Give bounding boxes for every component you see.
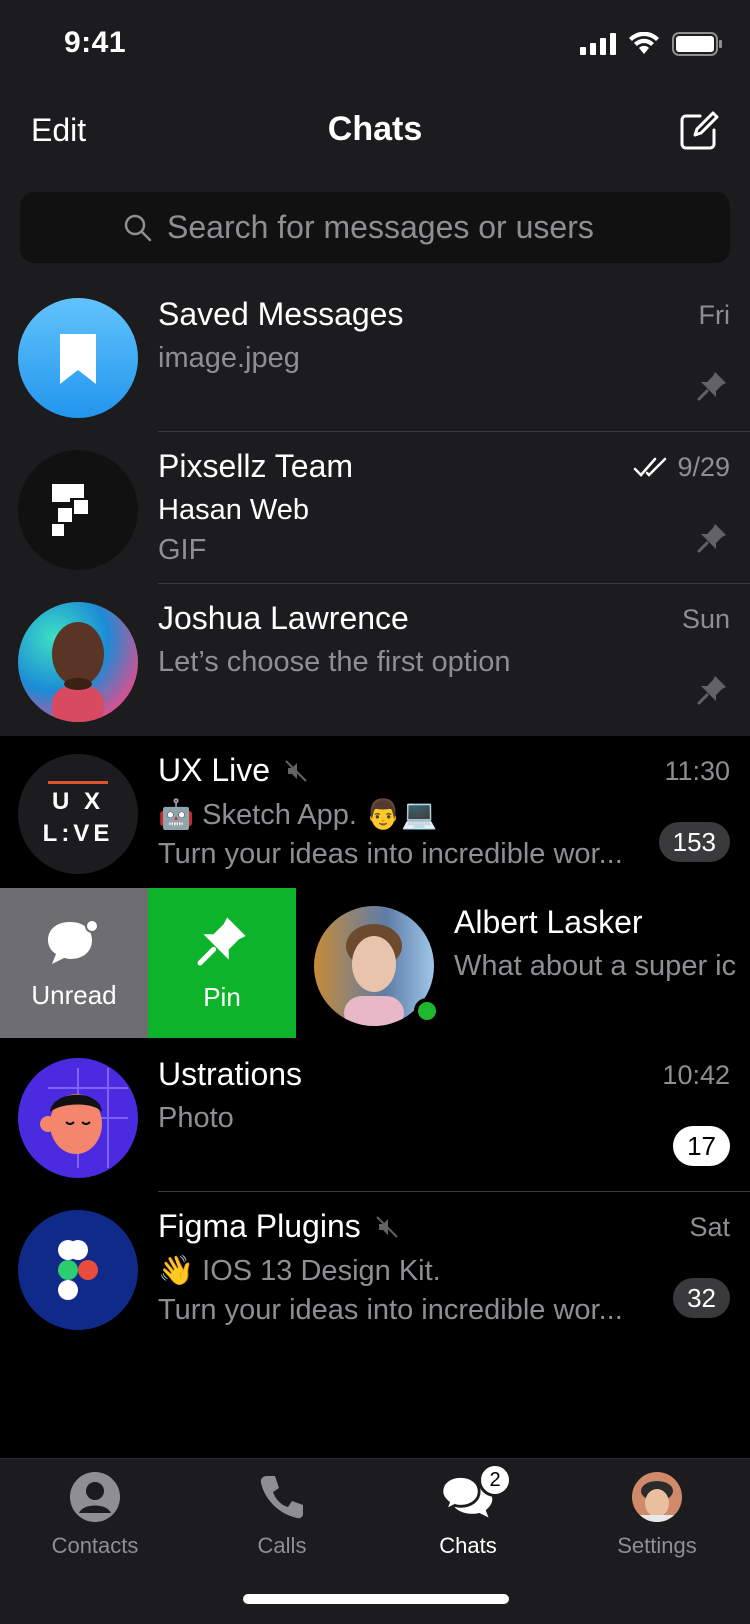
ux-live-logo-top: U X — [51, 787, 104, 815]
signal-icon — [580, 33, 616, 55]
ux-live-logo-bottom: L:VE — [42, 819, 114, 847]
chat-name-wrap: UX Live — [158, 752, 308, 789]
page-title: Chats — [327, 110, 423, 148]
double-check-icon — [634, 457, 667, 477]
pin-icon — [697, 372, 726, 401]
swipe-action-pin[interactable]: Pin — [148, 888, 296, 1038]
home-indicator[interactable] — [243, 1594, 509, 1604]
swipe-action-pin-label: Pin — [203, 981, 241, 1012]
figma-avatar — [18, 1210, 138, 1330]
swipe-action-unread[interactable]: Unread — [0, 888, 148, 1038]
chat-preview: GIF — [158, 534, 207, 566]
status-time: 9:41 — [64, 26, 127, 59]
edit-button[interactable]: Edit — [31, 112, 86, 149]
unread-bubble-icon — [48, 918, 99, 964]
divider — [48, 780, 108, 784]
chat-name: Pixsellz Team — [158, 448, 354, 484]
chat-name: Albert Lasker — [454, 904, 643, 940]
chat-name: Saved Messages — [158, 296, 404, 332]
pin-icon — [697, 676, 726, 705]
search-container — [0, 184, 750, 280]
pixsellz-avatar — [18, 450, 138, 570]
tab-settings[interactable]: Settings — [567, 1469, 747, 1559]
chat-row-saved-messages[interactable]: Saved Messages Fri image.jpeg — [0, 280, 750, 432]
unread-badge: 32 — [673, 1278, 730, 1318]
pin-icon — [697, 524, 726, 553]
tab-calls[interactable]: Calls — [192, 1469, 372, 1559]
tab-label: Chats — [439, 1533, 497, 1558]
swipe-action-unread-label: Unread — [31, 979, 117, 1010]
nav-bar: Edit Chats — [0, 88, 750, 184]
avatar — [629, 1469, 685, 1525]
chat-time: Fri — [699, 300, 730, 331]
chat-row-pixsellz-team[interactable]: Pixsellz Team 9/29 Hasan Web GIF — [0, 432, 750, 584]
pixsellz-logo-icon — [52, 484, 88, 536]
search-icon — [124, 214, 152, 241]
tab-badge: 2 — [478, 1463, 512, 1497]
chat-time-label: Sun — [681, 604, 730, 634]
chat-row-ustrations[interactable]: Ustrations 10:42 Photo 17 — [0, 1040, 750, 1192]
unread-badge: 153 — [658, 822, 730, 862]
person-icon — [67, 1469, 123, 1525]
chat-row-joshua-lawrence[interactable]: Joshua Lawrence Sun Let’s choose the fir… — [0, 584, 750, 736]
chat-preview: Photo — [158, 1102, 234, 1134]
chat-time-label: Sat — [689, 1212, 730, 1242]
chat-sender: Hasan Web — [158, 494, 309, 526]
tab-label: Contacts — [51, 1533, 139, 1558]
online-indicator — [414, 998, 440, 1024]
ux-live-avatar: U X L:VE — [18, 754, 138, 874]
status-icons — [580, 32, 722, 56]
chat-time: 9/29 — [633, 452, 730, 483]
chat-preview-line1: 👋 IOS 13 Design Kit. — [158, 1255, 441, 1287]
chat-row-figma-plugins[interactable]: Figma Plugins Sat 👋 IOS 13 Design Kit. T… — [0, 1192, 750, 1344]
chat-row-ux-live[interactable]: U X L:VE UX Live 11:30 🤖 Sketch App. 👨💻 … — [0, 736, 750, 888]
chat-row-albert-lasker[interactable]: Unread Pin Albert Lasker What about a su… — [0, 888, 750, 1040]
chat-preview: What about a super ic — [454, 950, 737, 982]
chat-name: UX Live — [158, 752, 271, 788]
chat-time: Sat — [689, 1212, 730, 1243]
illustration-icon — [40, 1068, 128, 1168]
chat-preview: Let’s choose the first option — [158, 646, 511, 678]
chat-name: Joshua Lawrence — [158, 600, 409, 636]
avatar — [18, 602, 138, 722]
chat-time: 11:30 — [664, 756, 730, 787]
muted-icon — [376, 1215, 398, 1238]
unread-badge: 17 — [673, 1126, 730, 1166]
search-bar[interactable] — [20, 192, 730, 263]
saved-messages-avatar — [18, 298, 138, 418]
chat-time-label: 11:30 — [664, 756, 730, 786]
tab-label: Settings — [617, 1533, 697, 1558]
bookmark-icon — [60, 334, 96, 384]
chat-preview: image.jpeg — [158, 342, 300, 374]
swiped-content: Albert Lasker What about a super ic — [296, 888, 750, 1040]
chat-name-wrap: Figma Plugins — [158, 1208, 399, 1245]
phone-icon — [254, 1469, 310, 1525]
chat-time: Sun — [682, 604, 730, 635]
chat-name: Ustrations — [158, 1056, 303, 1092]
chat-time: 10:42 — [662, 1060, 730, 1091]
chat-time-label: Fri — [698, 300, 730, 330]
tab-contacts[interactable]: Contacts — [5, 1469, 185, 1559]
chat-preview-line1: 🤖 Sketch App. 👨💻 — [158, 799, 438, 831]
compose-icon[interactable] — [678, 110, 720, 152]
battery-icon — [672, 32, 722, 56]
search-input[interactable] — [167, 209, 627, 246]
chat-preview-line2: Turn your ideas into incredible wor... — [158, 838, 623, 870]
chat-time-label: 10:42 — [662, 1060, 730, 1090]
ustrations-avatar — [18, 1058, 138, 1178]
tab-label: Calls — [257, 1533, 307, 1558]
muted-icon — [285, 759, 307, 782]
chat-name: Figma Plugins — [158, 1208, 361, 1244]
person-photo-icon — [52, 622, 104, 722]
chat-time-label: 9/29 — [677, 452, 730, 482]
chat-preview-line2: Turn your ideas into incredible wor... — [158, 1294, 623, 1326]
chats-icon: 2 — [440, 1463, 512, 1525]
wifi-icon — [629, 32, 659, 54]
figma-logo-icon — [58, 1240, 98, 1300]
status-bar: 9:41 — [0, 0, 750, 88]
chat-list: Saved Messages Fri image.jpeg Pixsellz T… — [0, 280, 750, 1344]
tab-chats[interactable]: 2 Chats — [378, 1463, 558, 1559]
pin-icon — [197, 916, 246, 965]
